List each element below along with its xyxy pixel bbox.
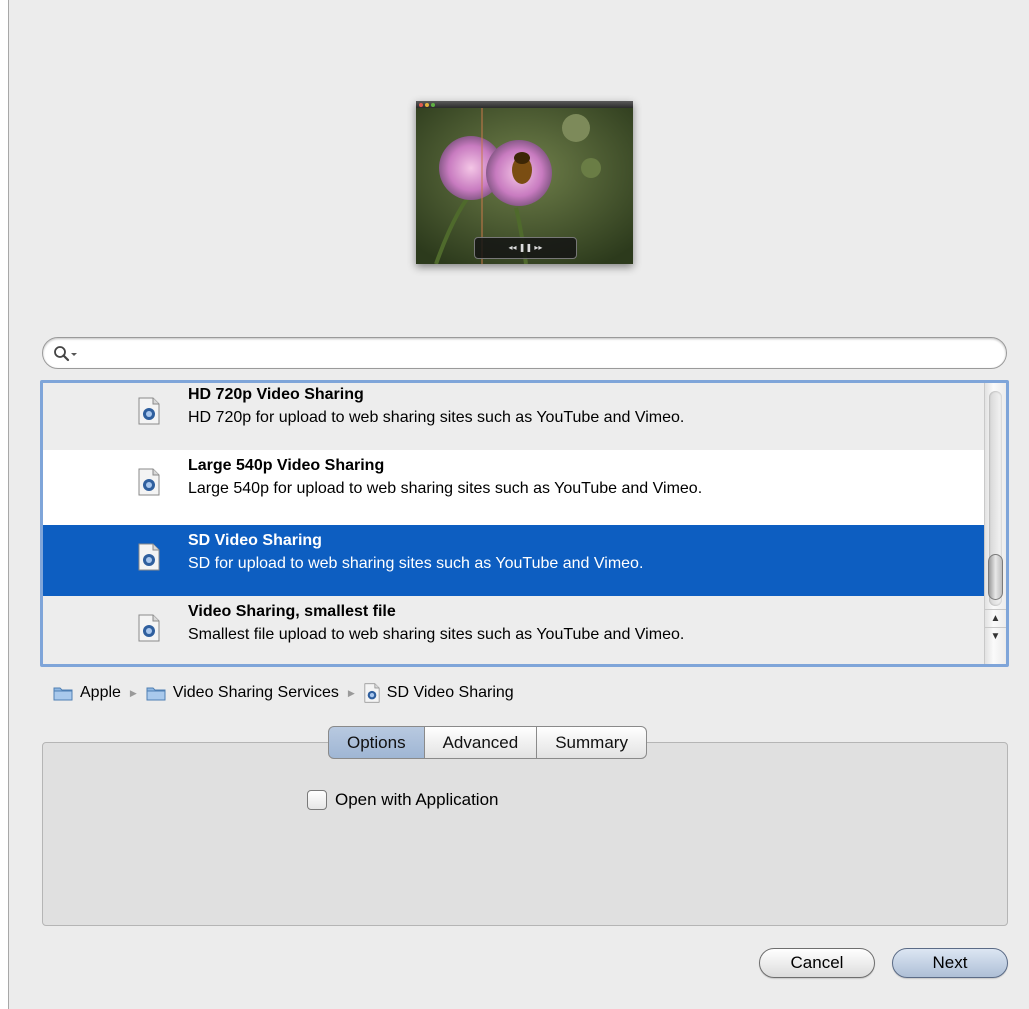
triangle-right-icon: ▶: [129, 687, 137, 698]
open-with-application-label: Open with Application: [335, 790, 499, 809]
preset-title: Video Sharing, smallest file: [188, 603, 396, 620]
scrollbar-thumb[interactable]: [988, 554, 1003, 600]
open-with-application-option[interactable]: Open with Application: [307, 790, 499, 810]
open-with-application-checkbox[interactable]: [307, 790, 327, 810]
quicktime-document-icon: [138, 543, 160, 571]
settings-tabs: Options Advanced Summary: [328, 726, 647, 759]
quicktime-document-icon: [138, 397, 160, 425]
preset-description: SD for upload to web sharing sites such …: [188, 555, 644, 572]
preset-path-bar: Apple ▶ Video Sharing Services ▶ SD Vide…: [53, 682, 514, 704]
next-button[interactable]: Next: [892, 948, 1008, 978]
preset-row-smallest-file[interactable]: Video Sharing, smallest file Smallest fi…: [43, 596, 984, 664]
preset-title: HD 720p Video Sharing: [188, 386, 364, 403]
preset-search-field[interactable]: [42, 337, 1007, 369]
preview-window-titlebar: [416, 101, 633, 108]
preset-description: Large 540p for upload to web sharing sit…: [188, 480, 703, 497]
tab-summary[interactable]: Summary: [537, 726, 647, 759]
path-item-apple[interactable]: Apple: [80, 684, 121, 702]
cancel-button[interactable]: Cancel: [759, 948, 875, 978]
preset-title: Large 540p Video Sharing: [188, 457, 385, 474]
preset-description: Smallest file upload to web sharing site…: [188, 626, 685, 643]
scroll-up-arrow-icon[interactable]: ▲: [985, 609, 1006, 627]
preset-list[interactable]: HD 720p Video Sharing HD 720p for upload…: [40, 380, 1009, 667]
blue-folder-icon: [53, 687, 73, 700]
quicktime-document-icon: [364, 683, 380, 703]
path-item-sd-video-sharing[interactable]: SD Video Sharing: [387, 684, 514, 702]
blue-folder-icon: [146, 687, 166, 700]
preset-row-large-540p[interactable]: Large 540p Video Sharing Large 540p for …: [43, 450, 984, 521]
preview-playback-controls: ◂◂ ❚❚ ▸▸: [474, 237, 577, 259]
preset-list-rows: HD 720p Video Sharing HD 720p for upload…: [43, 383, 984, 664]
settings-tab-panel: [42, 742, 1008, 926]
triangle-right-icon: ▶: [347, 687, 355, 698]
preset-row-hd-720p[interactable]: HD 720p Video Sharing HD 720p for upload…: [43, 383, 984, 450]
movie-preview-thumbnail: ◂◂ ❚❚ ▸▸: [416, 101, 633, 264]
magnifier-with-dropdown-icon[interactable]: [53, 345, 79, 363]
preset-title: SD Video Sharing: [188, 532, 322, 549]
preset-row-sd-selected[interactable]: SD Video Sharing SD for upload to web sh…: [43, 525, 984, 596]
scroll-down-arrow-icon[interactable]: ▼: [985, 627, 1006, 645]
list-scrollbar[interactable]: ▲ ▼: [984, 383, 1006, 664]
tab-advanced[interactable]: Advanced: [424, 726, 538, 759]
tab-options[interactable]: Options: [328, 726, 425, 759]
quicktime-document-icon: [138, 614, 160, 642]
quicktime-document-icon: [138, 468, 160, 496]
preset-description: HD 720p for upload to web sharing sites …: [188, 409, 685, 426]
export-dialog: ◂◂ ❚❚ ▸▸ HD 720p Video Sharing HD 720p f…: [8, 0, 1029, 1009]
search-input[interactable]: [83, 342, 993, 364]
path-item-video-sharing-services[interactable]: Video Sharing Services: [173, 684, 339, 702]
